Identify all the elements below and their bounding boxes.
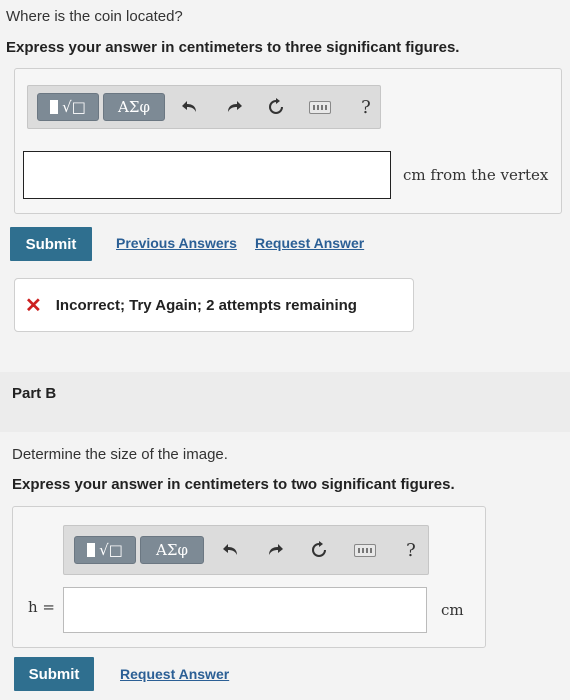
greek-symbols-label: ΑΣφ [118,98,150,116]
templates-button[interactable]: √□ [37,93,99,121]
undo-icon[interactable] [179,96,201,118]
part-b-request-answer-link[interactable]: Request Answer [120,666,229,682]
keyboard-icon[interactable] [307,96,333,118]
part-a-answer-box: √□ ΑΣφ ? cm from the vertex [14,68,562,214]
part-b-answer-box: √□ ΑΣφ ? cm [12,506,486,648]
part-b-math-toolbar: √□ ΑΣφ ? [63,525,429,575]
part-a-submit-button[interactable]: Submit [10,227,92,261]
previous-answers-link[interactable]: Previous Answers [116,235,237,251]
part-b-unit-label: cm [441,601,464,619]
part-a-answer-input[interactable] [23,151,391,199]
reset-icon[interactable] [265,96,287,118]
part-b-header [0,372,570,432]
part-a-question: Where is the coin located? [6,8,183,25]
help-label: ? [361,96,371,118]
help-icon[interactable]: ? [400,539,422,561]
part-a-instruction: Express your answer in centimeters to th… [6,39,460,56]
templates-label: √□ [62,98,86,116]
part-b-submit-button[interactable]: Submit [14,657,94,691]
reset-icon[interactable] [308,539,330,561]
template-square-icon [50,100,59,114]
part-a-request-answer-link[interactable]: Request Answer [255,235,364,251]
part-a-unit-label: cm from the vertex [403,166,549,184]
greek-symbols-button[interactable]: ΑΣφ [140,536,204,564]
error-x-icon: ✕ [25,294,42,317]
feedback-message: ✕ Incorrect; Try Again; 2 attempts remai… [14,278,414,332]
part-a-math-toolbar: √□ ΑΣφ ? [27,85,381,129]
help-icon[interactable]: ? [355,96,377,118]
undo-icon[interactable] [220,539,242,561]
part-b-answer-input[interactable] [63,587,427,633]
keyboard-icon[interactable] [352,539,378,561]
part-b-title[interactable]: Part B [12,385,56,402]
template-square-icon [87,543,96,557]
greek-symbols-label: ΑΣφ [156,541,188,559]
templates-label: √□ [99,541,123,559]
height-variable-label: h = [28,598,55,616]
redo-icon[interactable] [264,539,286,561]
feedback-text: Incorrect; Try Again; 2 attempts remaini… [55,296,357,314]
part-b-instruction: Express your answer in centimeters to tw… [12,476,455,493]
redo-icon[interactable] [223,96,245,118]
templates-button[interactable]: √□ [74,536,136,564]
part-b-question: Determine the size of the image. [12,446,228,463]
help-label: ? [406,539,416,561]
greek-symbols-button[interactable]: ΑΣφ [103,93,165,121]
